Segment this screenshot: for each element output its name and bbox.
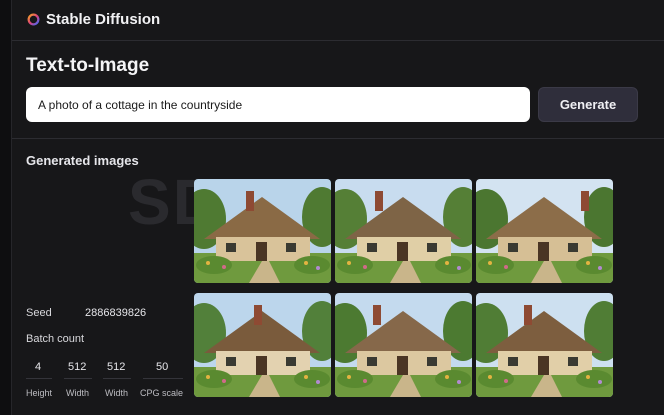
page-title: Text-to-Image (26, 55, 150, 76)
cottage-image (335, 179, 472, 283)
generated-images-title: Generated images (26, 153, 139, 168)
divider (12, 138, 664, 139)
cottage-image (194, 293, 331, 397)
width-underline-1 (64, 378, 92, 379)
height-underline (26, 378, 52, 379)
cottage-image (335, 293, 472, 397)
cfg-scale-label: CPG scale (140, 388, 184, 398)
width-label-1: Width (66, 388, 90, 398)
generated-image-3[interactable] (476, 179, 613, 283)
generate-button[interactable]: Generate (538, 87, 638, 122)
cottage-image (476, 293, 613, 397)
seed-value[interactable]: 2886839826 (85, 307, 146, 319)
width-label-2: Width (105, 388, 129, 398)
generated-image-2[interactable] (335, 179, 472, 283)
logo-icon (27, 13, 40, 26)
cottage-image (194, 179, 331, 283)
width-value-1[interactable]: 512 (68, 361, 86, 373)
seed-label: Seed (26, 307, 52, 319)
cottage-image (476, 179, 613, 283)
app-window: Stable Diffusion Text-to-Image Generate … (11, 0, 664, 415)
generated-image-5[interactable] (335, 293, 472, 397)
generated-image-6[interactable] (476, 293, 613, 397)
width-value-2[interactable]: 512 (107, 361, 125, 373)
generated-image-4[interactable] (194, 293, 331, 397)
generated-image-1[interactable] (194, 179, 331, 283)
cfg-underline (143, 378, 183, 379)
image-grid (194, 179, 638, 397)
width-underline-2 (103, 378, 131, 379)
height-value[interactable]: 4 (35, 361, 41, 373)
batch-count-label: Batch count (26, 333, 85, 345)
prompt-input[interactable] (26, 87, 530, 122)
height-label: Height (26, 388, 53, 398)
app-title: Stable Diffusion (46, 11, 161, 28)
app-header: Stable Diffusion (12, 0, 664, 41)
cfg-scale-value[interactable]: 50 (156, 361, 168, 373)
